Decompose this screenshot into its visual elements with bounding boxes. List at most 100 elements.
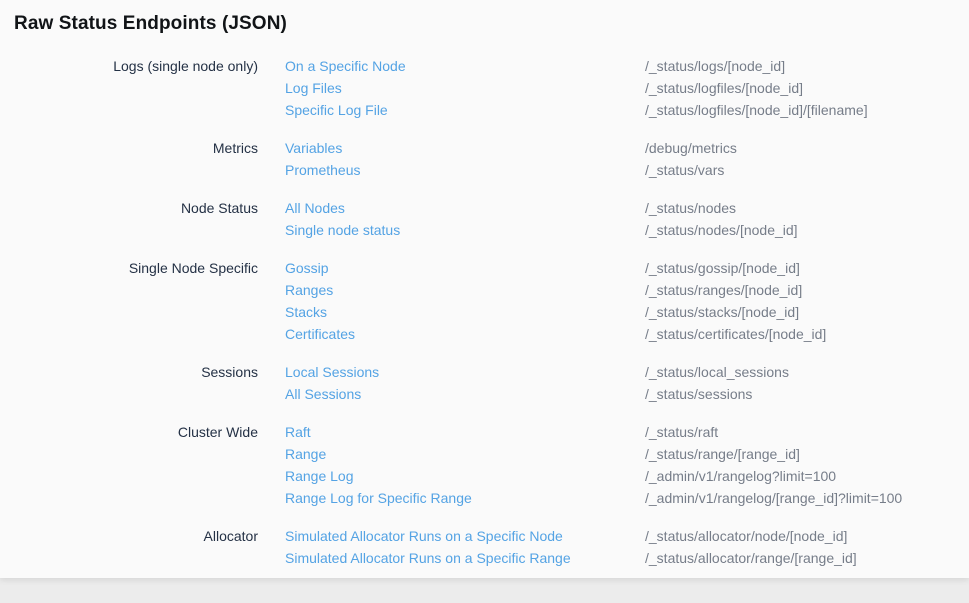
endpoint-path: /_status/local_sessions bbox=[618, 361, 969, 383]
category-label: Single Node Specific bbox=[14, 257, 258, 279]
category-label bbox=[14, 383, 258, 405]
endpoint-link[interactable]: Specific Log File bbox=[285, 102, 388, 118]
endpoint-row: Certificates /_status/certificates/[node_… bbox=[14, 323, 969, 345]
debug-page-content: Raw Status Endpoints (JSON) Logs (single… bbox=[0, 0, 969, 578]
category-label bbox=[14, 301, 258, 323]
category-label bbox=[14, 219, 258, 241]
endpoint-section: Node StatusAll Nodes/_status/nodesSingle… bbox=[14, 197, 969, 241]
endpoint-path: /_status/certificates/[node_id] bbox=[618, 323, 969, 345]
endpoint-path: /_status/gossip/[node_id] bbox=[618, 257, 969, 279]
endpoint-row: Prometheus /_status/vars bbox=[14, 159, 969, 181]
category-label bbox=[14, 487, 258, 509]
category-label: Sessions bbox=[14, 361, 258, 383]
category-label bbox=[14, 99, 258, 121]
endpoint-row: Logs (single node only) On a Specific Nod… bbox=[14, 55, 969, 77]
endpoint-link[interactable]: Ranges bbox=[285, 282, 333, 298]
endpoint-link[interactable]: Local Sessions bbox=[285, 364, 379, 380]
endpoint-link[interactable]: Simulated Allocator Runs on a Specific N… bbox=[285, 528, 563, 544]
endpoint-row: Metrics Variables/debug/metrics bbox=[14, 137, 969, 159]
endpoint-row: Log Files /_status/logfiles/[node_id] bbox=[14, 77, 969, 99]
endpoint-link-cell: Ranges bbox=[258, 279, 618, 301]
endpoint-section: Cluster Wide Raft /_status/raft Range /_stat… bbox=[14, 421, 969, 509]
endpoint-section: Allocator Simulated Allocator Runs on a S… bbox=[14, 525, 969, 569]
endpoint-link-cell: Raft bbox=[258, 421, 618, 443]
endpoint-row: Simulated Allocator Runs on a Specific R… bbox=[14, 547, 969, 569]
endpoint-path: /_status/nodes/[node_id] bbox=[618, 219, 969, 241]
endpoint-link-cell: Variables bbox=[258, 137, 618, 159]
endpoint-link-cell: On a Specific Node bbox=[258, 55, 618, 77]
endpoint-link-cell: Certificates bbox=[258, 323, 618, 345]
endpoint-link[interactable]: Certificates bbox=[285, 326, 355, 342]
endpoint-link[interactable]: Stacks bbox=[285, 304, 327, 320]
endpoint-link[interactable]: Log Files bbox=[285, 80, 342, 96]
endpoint-row: Range /_status/range/[range_id] bbox=[14, 443, 969, 465]
endpoint-link-cell: Simulated Allocator Runs on a Specific N… bbox=[258, 525, 618, 547]
endpoint-path: /_status/range/[range_id] bbox=[618, 443, 969, 465]
endpoint-link[interactable]: All Nodes bbox=[285, 200, 345, 216]
endpoint-path: /_status/logs/[node_id] bbox=[618, 55, 969, 77]
endpoint-row: Range Log for Specific Range /_admin/v1/r… bbox=[14, 487, 969, 509]
endpoint-path: /_status/sessions bbox=[618, 383, 969, 405]
category-label: Node Status bbox=[14, 197, 258, 219]
endpoint-link-cell: Simulated Allocator Runs on a Specific R… bbox=[258, 547, 618, 569]
endpoint-path: /debug/metrics bbox=[618, 137, 969, 159]
endpoint-section: Single Node Specific Gossip /_status/gossi… bbox=[14, 257, 969, 345]
category-label bbox=[14, 323, 258, 345]
endpoint-path: /_admin/v1/rangelog/[range_id]?limit=100 bbox=[618, 487, 969, 509]
category-label: Metrics bbox=[14, 137, 258, 159]
endpoint-table: Logs (single node only) On a Specific Nod… bbox=[14, 55, 969, 569]
endpoint-section: MetricsVariables/debug/metricsPrometheus… bbox=[14, 137, 969, 181]
endpoint-row: Allocator Simulated Allocator Runs on a S… bbox=[14, 525, 969, 547]
endpoint-link[interactable]: All Sessions bbox=[285, 386, 361, 402]
endpoint-section: Logs (single node only) On a Specific Nod… bbox=[14, 55, 969, 121]
endpoint-row: Cluster Wide Raft /_status/raft bbox=[14, 421, 969, 443]
endpoint-path: /_status/logfiles/[node_id] bbox=[618, 77, 969, 99]
endpoint-link-cell: Gossip bbox=[258, 257, 618, 279]
endpoint-path: /_status/allocator/node/[node_id] bbox=[618, 525, 969, 547]
endpoint-link-cell: Log Files bbox=[258, 77, 618, 99]
endpoint-link[interactable]: Variables bbox=[285, 140, 342, 156]
endpoint-row: Specific Log File/_status/logfiles/[node… bbox=[14, 99, 969, 121]
endpoint-path: /_status/vars bbox=[618, 159, 969, 181]
endpoint-link[interactable]: On a Specific Node bbox=[285, 58, 406, 74]
category-label bbox=[14, 77, 258, 99]
endpoint-link[interactable]: Raft bbox=[285, 424, 311, 440]
endpoint-row: Ranges /_status/ranges/[node_id] bbox=[14, 279, 969, 301]
endpoint-link[interactable]: Single node status bbox=[285, 222, 400, 238]
endpoint-row: Sessions Local Sessions /_status/local_ses… bbox=[14, 361, 969, 383]
endpoint-link[interactable]: Gossip bbox=[285, 260, 329, 276]
category-label: Logs (single node only) bbox=[14, 55, 258, 77]
endpoint-link-cell: Single node status bbox=[258, 219, 618, 241]
category-label bbox=[14, 465, 258, 487]
endpoint-path: /_status/ranges/[node_id] bbox=[618, 279, 969, 301]
endpoint-link-cell: Range Log bbox=[258, 465, 618, 487]
endpoint-row: Stacks /_status/stacks/[node_id] bbox=[14, 301, 969, 323]
category-label bbox=[14, 547, 258, 569]
endpoint-row: Single node status /_status/nodes/[node_i… bbox=[14, 219, 969, 241]
endpoint-section: Sessions Local Sessions /_status/local_ses… bbox=[14, 361, 969, 405]
category-label: Cluster Wide bbox=[14, 421, 258, 443]
endpoint-link-cell: Range Log for Specific Range bbox=[258, 487, 618, 509]
endpoint-link-cell: All Nodes bbox=[258, 197, 618, 219]
endpoint-path: /_status/raft bbox=[618, 421, 969, 443]
category-label: Allocator bbox=[14, 525, 258, 547]
endpoint-path: /_status/nodes bbox=[618, 197, 969, 219]
endpoint-link-cell: Prometheus bbox=[258, 159, 618, 181]
endpoint-link[interactable]: Range bbox=[285, 446, 326, 462]
endpoint-link-cell: Stacks bbox=[258, 301, 618, 323]
endpoint-link[interactable]: Range Log for Specific Range bbox=[285, 490, 472, 506]
endpoint-link[interactable]: Simulated Allocator Runs on a Specific R… bbox=[285, 550, 571, 566]
endpoint-path: /_admin/v1/rangelog?limit=100 bbox=[618, 465, 969, 487]
endpoint-link[interactable]: Prometheus bbox=[285, 162, 360, 178]
endpoint-row: All Sessions /_status/sessions bbox=[14, 383, 969, 405]
endpoint-link-cell: All Sessions bbox=[258, 383, 618, 405]
endpoint-link-cell: Range bbox=[258, 443, 618, 465]
endpoint-link-cell: Local Sessions bbox=[258, 361, 618, 383]
category-label bbox=[14, 279, 258, 301]
page-title: Raw Status Endpoints (JSON) bbox=[14, 13, 969, 35]
category-label bbox=[14, 443, 258, 465]
endpoint-path: /_status/stacks/[node_id] bbox=[618, 301, 969, 323]
endpoint-row: Range Log /_admin/v1/rangelog?limit=100 bbox=[14, 465, 969, 487]
endpoint-row: Single Node Specific Gossip /_status/gossi… bbox=[14, 257, 969, 279]
endpoint-link[interactable]: Range Log bbox=[285, 468, 354, 484]
